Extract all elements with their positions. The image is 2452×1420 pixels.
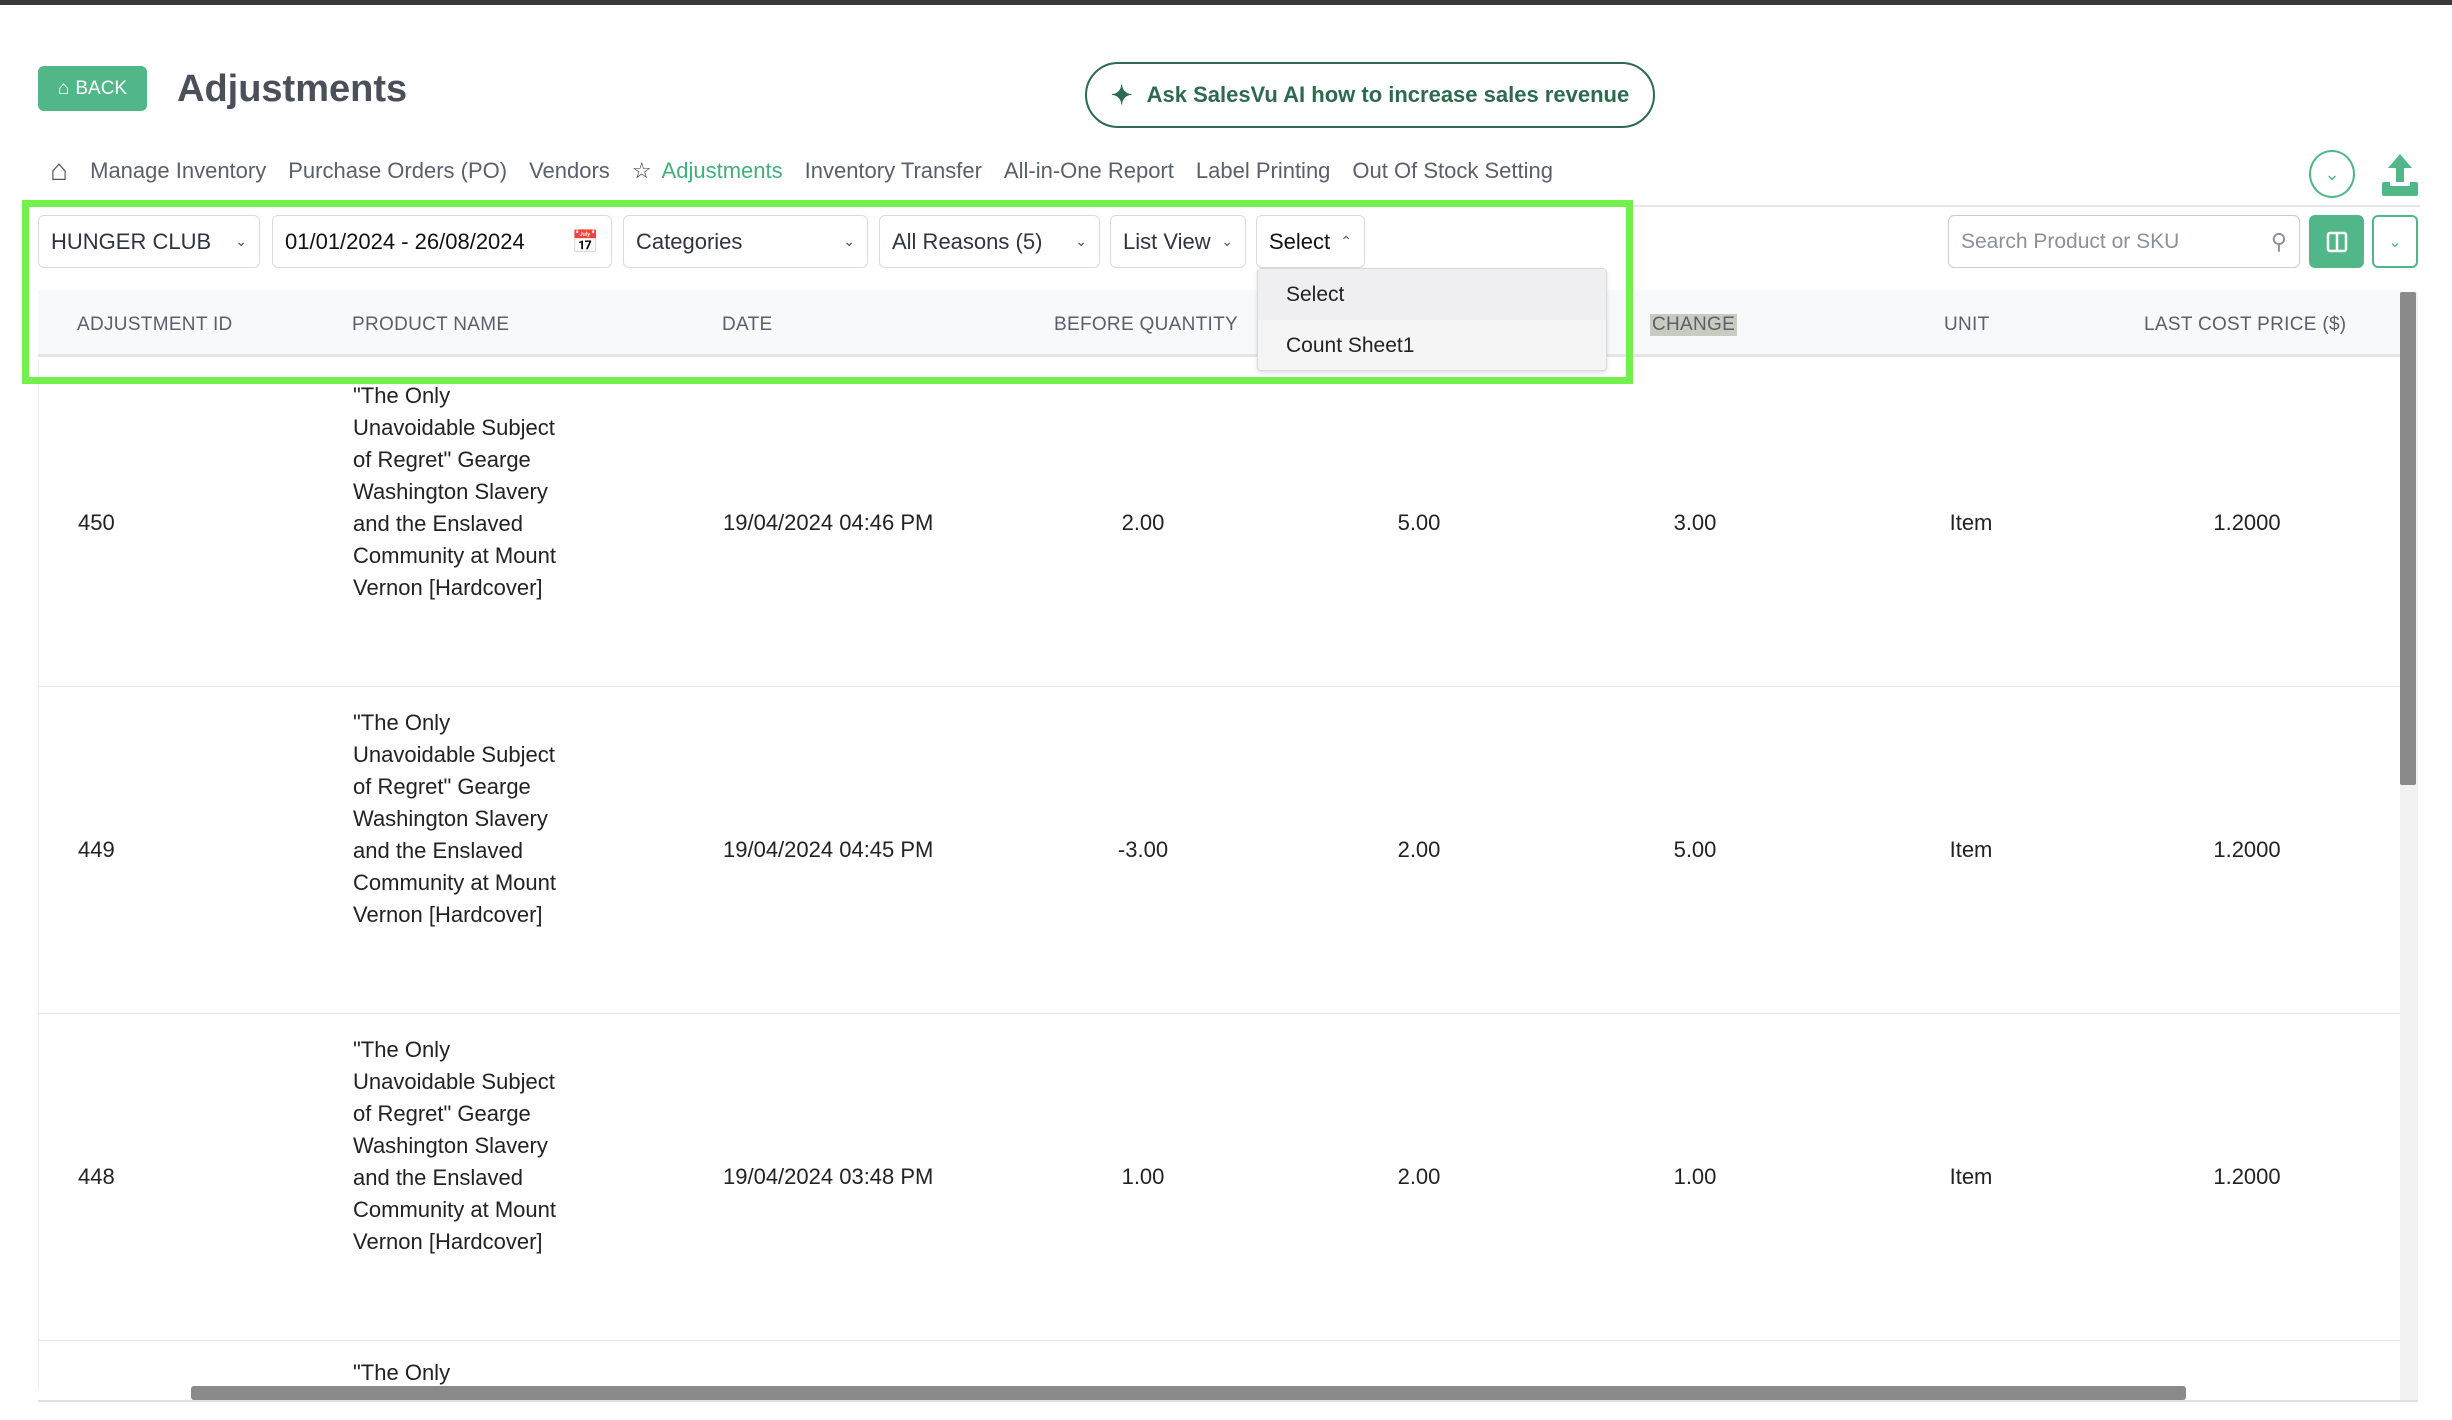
back-button[interactable]: ⌂ BACK	[38, 66, 147, 111]
calendar-icon: 📅	[571, 228, 599, 254]
ask-ai-label: Ask SalesVu AI how to increase sales rev…	[1146, 82, 1630, 107]
location-value: HUNGER CLUB	[51, 228, 212, 254]
header-product-name[interactable]: PRODUCT NAME	[352, 314, 509, 336]
columns-button[interactable]	[2309, 215, 2364, 268]
search-placeholder: Search Product or SKU	[1961, 229, 2180, 253]
cell-change: 5.00	[1673, 837, 1717, 862]
date-range-input[interactable]: 01/01/2024 - 26/08/2024 📅	[272, 215, 612, 268]
nav-all-in-one-report[interactable]: All-in-One Report	[1004, 158, 1174, 184]
reasons-select[interactable]: All Reasons (5) ⌄	[879, 215, 1100, 268]
home-icon: ⌂	[57, 77, 70, 99]
nav-adjustments[interactable]: ☆ Adjustments	[632, 158, 783, 184]
chevron-down-icon: ⌄	[2324, 163, 2340, 184]
star-icon: ☆	[631, 158, 652, 183]
home-icon[interactable]: ⌂	[50, 154, 68, 188]
ask-ai-button[interactable]: ✦ Ask SalesVu AI how to increase sales r…	[1085, 62, 1655, 128]
count-sheet-value: Select	[1269, 228, 1331, 254]
vertical-scrollbar-thumb[interactable]	[2400, 292, 2416, 785]
cell-unit: Item	[1949, 1164, 1993, 1189]
view-value: List View	[1123, 228, 1211, 254]
chevron-down-icon: ⌄	[843, 233, 855, 249]
divider	[1400, 205, 2420, 207]
cell-product-name: "The Only Unavoidable Subject of Regret"…	[353, 1037, 556, 1254]
window-top-bar	[0, 0, 2452, 5]
cell-unit: Item	[1949, 510, 1993, 535]
chevron-down-icon: ⌄	[1075, 233, 1087, 249]
cell-id: 448	[78, 1164, 115, 1189]
cell-product-name: "The Only	[353, 1360, 451, 1385]
table-row[interactable]: "The Only	[39, 1341, 2401, 1391]
cell-before: -3.00	[1117, 837, 1169, 862]
chevron-up-icon: ⌃	[1340, 233, 1352, 249]
cell-before: 2.00	[1121, 510, 1165, 535]
nav-manage-inventory[interactable]: Manage Inventory	[90, 158, 266, 184]
count-sheet-dropdown: Select Count Sheet1	[1257, 268, 1607, 371]
header-change[interactable]: CHANGE	[1650, 314, 1738, 336]
page-title: Adjustments	[177, 68, 408, 110]
cell-cost: 1.2000	[2213, 837, 2281, 862]
table-row[interactable]: "The Only Unavoidable Subject of Regret"…	[39, 360, 2401, 687]
table-header: ADJUSTMENT ID PRODUCT NAME DATE BEFORE Q…	[38, 290, 2400, 357]
view-select[interactable]: List View ⌄	[1110, 215, 1246, 268]
inventory-nav: ⌂ Manage Inventory Purchase Orders (PO) …	[50, 154, 1553, 188]
header-adjustment-id[interactable]: ADJUSTMENT ID	[77, 314, 233, 336]
count-sheet-select[interactable]: Select ⌃	[1256, 215, 1365, 268]
table-row[interactable]: "The Only Unavoidable Subject of Regret"…	[39, 1014, 2401, 1341]
cell-change: 1.00	[1673, 1164, 1717, 1189]
header-before-quantity[interactable]: BEFORE QUANTITY	[1054, 314, 1238, 336]
chevron-down-icon: ⌄	[235, 233, 247, 249]
nav-purchase-orders[interactable]: Purchase Orders (PO)	[288, 158, 507, 184]
cell-id: 449	[78, 837, 115, 862]
table-row[interactable]: "The Only Unavoidable Subject of Regret"…	[39, 687, 2401, 1014]
cell-id: 450	[78, 510, 115, 535]
horizontal-scrollbar[interactable]	[191, 1386, 2186, 1400]
nav-vendors[interactable]: Vendors	[529, 158, 610, 184]
nav-out-of-stock-setting[interactable]: Out Of Stock Setting	[1352, 158, 1553, 184]
nav-adjustments-label: Adjustments	[661, 158, 783, 183]
cell-date: 19/04/2024 04:46 PM	[723, 510, 934, 535]
nav-inventory-transfer[interactable]: Inventory Transfer	[805, 158, 982, 184]
dropdown-option-select[interactable]: Select	[1258, 269, 1606, 320]
categories-value: Categories	[636, 228, 743, 254]
header-date[interactable]: DATE	[722, 314, 772, 336]
header-last-cost-price[interactable]: LAST COST PRICE ($)	[2144, 314, 2346, 336]
table-body: "The Only Unavoidable Subject of Regret"…	[38, 360, 2401, 1391]
expand-circle-button[interactable]: ⌄	[2309, 150, 2355, 198]
cell-cost: 1.2000	[2213, 1164, 2281, 1189]
chevron-down-icon: ⌄	[2388, 233, 2402, 251]
cell-date: 19/04/2024 04:45 PM	[723, 837, 934, 862]
categories-select[interactable]: Categories ⌄	[623, 215, 868, 268]
search-input[interactable]: Search Product or SKU ⚲	[1948, 215, 2300, 268]
cell-after: 2.00	[1397, 1164, 1441, 1189]
cell-after: 2.00	[1397, 837, 1441, 862]
cell-product-name: "The Only Unavoidable Subject of Regret"…	[353, 383, 556, 600]
location-select[interactable]: HUNGER CLUB ⌄	[38, 215, 260, 268]
back-label: BACK	[75, 77, 128, 99]
date-range-value: 01/01/2024 - 26/08/2024	[285, 228, 525, 254]
cell-cost: 1.2000	[2213, 510, 2281, 535]
reasons-value: All Reasons (5)	[892, 228, 1043, 254]
cell-date: 19/04/2024 03:48 PM	[723, 1164, 934, 1189]
nav-label-printing[interactable]: Label Printing	[1196, 158, 1331, 184]
cell-change: 3.00	[1673, 510, 1717, 535]
card-bottom-border	[38, 1400, 2418, 1402]
more-options-button[interactable]: ⌄	[2372, 215, 2418, 268]
cell-unit: Item	[1949, 837, 1993, 862]
cell-before: 1.00	[1121, 1164, 1165, 1189]
cell-after: 5.00	[1397, 510, 1441, 535]
chevron-down-icon: ⌄	[1221, 233, 1233, 249]
upload-icon[interactable]	[2380, 152, 2420, 198]
cell-product-name: "The Only Unavoidable Subject of Regret"…	[353, 710, 556, 927]
dropdown-option-count-sheet1[interactable]: Count Sheet1	[1258, 320, 1606, 371]
header-unit[interactable]: UNIT	[1944, 314, 1990, 336]
columns-icon	[2326, 231, 2347, 252]
search-icon: ⚲	[2270, 228, 2287, 254]
sparkle-icon: ✦	[1110, 79, 1133, 110]
